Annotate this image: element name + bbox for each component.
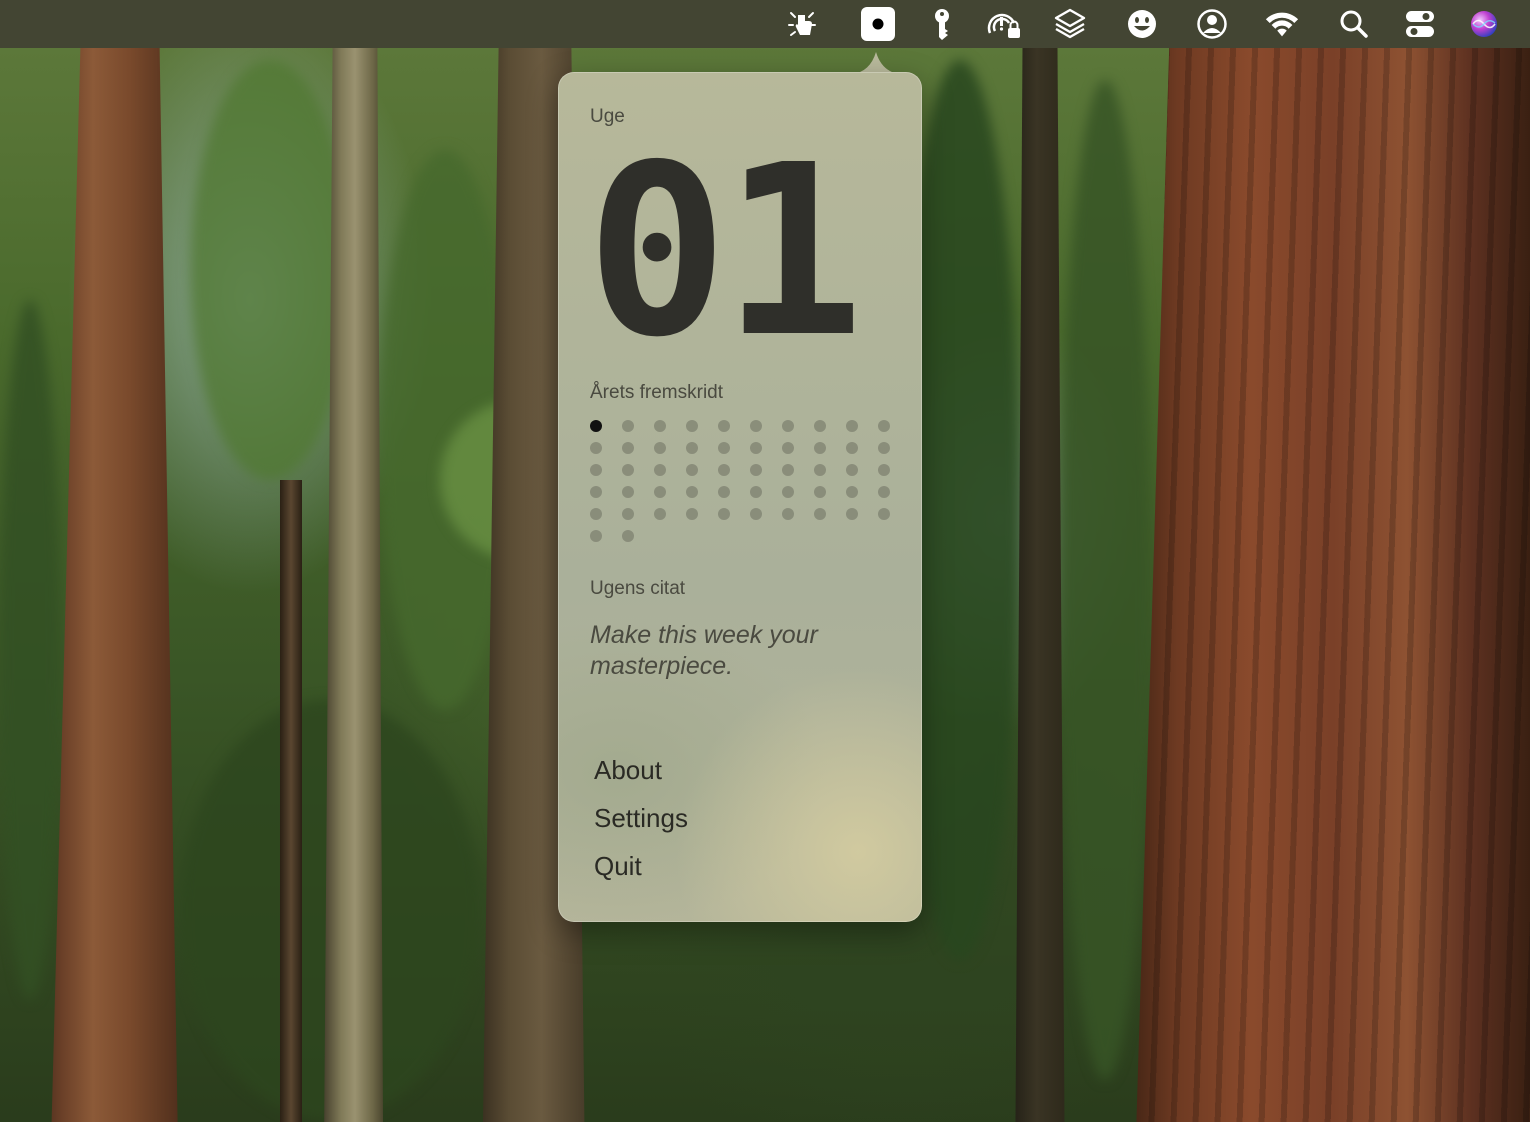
year-progress-grid — [590, 420, 898, 542]
progress-dot-remaining — [750, 442, 762, 454]
progress-dot-remaining — [686, 420, 698, 432]
siri-icon[interactable] — [1466, 6, 1502, 42]
progress-dot-remaining — [622, 464, 634, 476]
foliage — [190, 60, 350, 480]
progress-dot-remaining — [750, 420, 762, 432]
progress-dot-remaining — [814, 508, 826, 520]
progress-dot-remaining — [654, 486, 666, 498]
progress-dot-remaining — [686, 486, 698, 498]
progress-dot-remaining — [750, 486, 762, 498]
quit-menu-item[interactable]: Quit — [594, 851, 642, 882]
quote-label: Ugens citat — [590, 578, 686, 599]
progress-dot-remaining — [782, 508, 794, 520]
progress-dot-remaining — [846, 420, 858, 432]
about-menu-item[interactable]: About — [594, 755, 662, 786]
progress-dot-remaining — [782, 464, 794, 476]
week-number: 01 — [586, 114, 864, 389]
progress-dot-remaining — [782, 442, 794, 454]
progress-dot-remaining — [782, 486, 794, 498]
weekly-quote: Make this week your masterpiece. — [590, 621, 818, 680]
progress-dot-remaining — [718, 442, 730, 454]
progress-dot-completed — [590, 420, 602, 432]
popover-arrow — [852, 52, 900, 74]
week-number-popover: Uge 01 Årets fremskridt Ugens citat Make… — [558, 72, 922, 922]
progress-dot-remaining — [718, 486, 730, 498]
hand-pointer-icon[interactable] — [784, 6, 820, 42]
settings-menu-item[interactable]: Settings — [594, 803, 688, 834]
progress-dot-remaining — [846, 486, 858, 498]
progress-dot-remaining — [782, 420, 794, 432]
progress-dot-remaining — [878, 442, 890, 454]
progress-dot-remaining — [718, 508, 730, 520]
progress-dot-remaining — [750, 508, 762, 520]
progress-dot-remaining — [590, 508, 602, 520]
key-icon[interactable] — [924, 6, 960, 42]
progress-dot-remaining — [654, 420, 666, 432]
progress-dot-remaining — [590, 530, 602, 542]
tree-trunk — [1136, 48, 1530, 1122]
progress-dot-remaining — [814, 464, 826, 476]
progress-dot-remaining — [718, 464, 730, 476]
year-progress-label: Årets fremskridt — [590, 382, 724, 403]
progress-dot-remaining — [622, 442, 634, 454]
progress-dot-remaining — [622, 508, 634, 520]
progress-dot-remaining — [814, 420, 826, 432]
foliage — [0, 300, 60, 1000]
progress-dot-remaining — [846, 442, 858, 454]
progress-dot-remaining — [878, 420, 890, 432]
user-account-icon[interactable] — [1194, 6, 1230, 42]
progress-dot-remaining — [622, 486, 634, 498]
progress-dot-remaining — [590, 442, 602, 454]
progress-dot-remaining — [718, 420, 730, 432]
progress-dot-remaining — [878, 464, 890, 476]
progress-dot-remaining — [654, 464, 666, 476]
progress-dot-remaining — [654, 442, 666, 454]
progress-dot-remaining — [846, 508, 858, 520]
progress-dot-remaining — [750, 464, 762, 476]
menu-bar — [0, 0, 1530, 48]
foliage — [1060, 80, 1150, 1080]
progress-dot-remaining — [686, 442, 698, 454]
wifi-icon[interactable] — [1264, 6, 1300, 42]
search-icon[interactable] — [1336, 6, 1372, 42]
progress-dot-remaining — [590, 486, 602, 498]
progress-dot-remaining — [878, 508, 890, 520]
progress-dot-remaining — [622, 530, 634, 542]
week-number-app-icon[interactable] — [860, 6, 896, 42]
progress-dot-remaining — [622, 420, 634, 432]
smiley-face-icon[interactable] — [1124, 6, 1160, 42]
privacy-lock-icon[interactable] — [986, 6, 1022, 42]
tree-trunk — [280, 480, 302, 1122]
progress-dot-remaining — [590, 464, 602, 476]
progress-dot-remaining — [814, 486, 826, 498]
control-center-icon[interactable] — [1402, 6, 1438, 42]
progress-dot-remaining — [686, 508, 698, 520]
progress-dot-remaining — [846, 464, 858, 476]
layers-icon[interactable] — [1052, 6, 1088, 42]
progress-dot-remaining — [654, 508, 666, 520]
progress-dot-remaining — [814, 442, 826, 454]
progress-dot-remaining — [686, 464, 698, 476]
progress-dot-remaining — [878, 486, 890, 498]
